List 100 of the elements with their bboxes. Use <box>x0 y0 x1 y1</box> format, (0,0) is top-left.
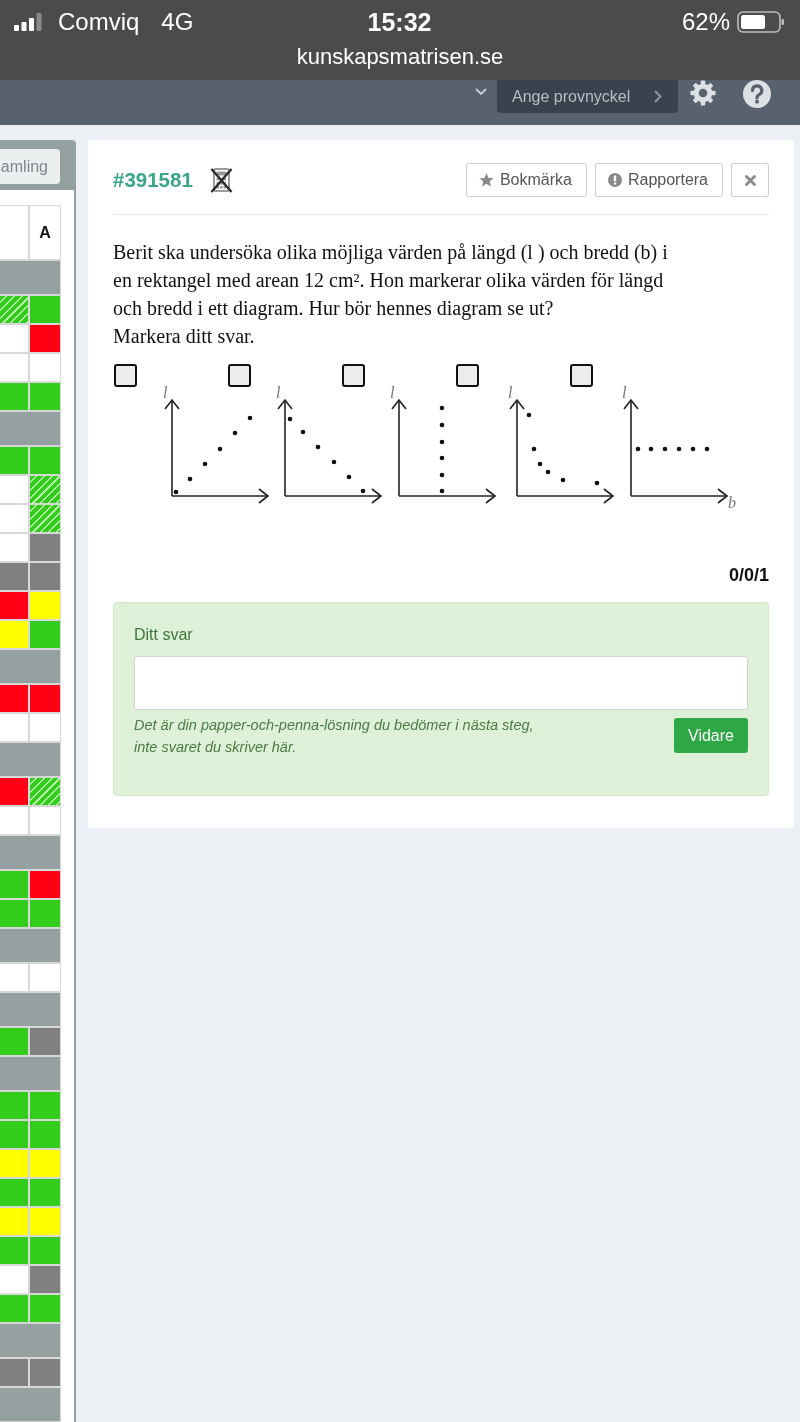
status-cell[interactable] <box>30 964 60 991</box>
page-url[interactable]: kunskapsmatrisen.se <box>296 44 504 70</box>
status-cell[interactable] <box>30 1266 60 1293</box>
status-cell[interactable] <box>0 447 28 474</box>
status-cell[interactable] <box>0 964 28 991</box>
status-cell[interactable] <box>0 505 28 532</box>
status-cell[interactable] <box>30 621 60 648</box>
status-cell[interactable] <box>30 1295 60 1322</box>
answer-field[interactable] <box>134 656 748 710</box>
status-cell[interactable] <box>30 383 60 410</box>
data-point <box>232 430 238 436</box>
battery-percentage: 62% <box>681 8 730 36</box>
status-cell[interactable] <box>0 1266 28 1293</box>
status-cell[interactable] <box>30 685 60 712</box>
exclamation-circle-icon <box>607 173 622 187</box>
signal-icon <box>14 13 42 31</box>
help-icon[interactable] <box>743 80 771 108</box>
checkbox[interactable] <box>570 364 593 387</box>
close-button[interactable] <box>731 163 769 197</box>
axis-label: l <box>276 384 281 401</box>
status-cell[interactable] <box>30 778 60 805</box>
status-cell[interactable] <box>30 1092 60 1119</box>
status-cell[interactable] <box>30 1121 60 1148</box>
checkbox[interactable] <box>342 364 365 387</box>
status-cell[interactable] <box>30 1028 60 1055</box>
caret-down-icon[interactable] <box>475 88 487 96</box>
status-cell[interactable] <box>0 1092 28 1119</box>
status-cell[interactable] <box>30 563 60 590</box>
status-cell[interactable] <box>0 534 28 561</box>
status-cell[interactable] <box>30 354 60 381</box>
status-cell[interactable] <box>0 1295 28 1322</box>
status-cell[interactable] <box>0 1121 28 1148</box>
status-cell[interactable] <box>0 383 28 410</box>
data-point <box>676 446 682 452</box>
status-cell[interactable] <box>30 1208 60 1235</box>
status-cell[interactable] <box>0 325 28 352</box>
network-type: 4G <box>161 8 194 36</box>
status-cell[interactable] <box>0 807 28 834</box>
axis-label: l <box>508 384 513 401</box>
report-button[interactable]: Rapportera <box>594 163 723 197</box>
data-point <box>331 459 337 465</box>
data-point <box>439 422 445 428</box>
status-cell[interactable] <box>0 1237 28 1264</box>
status-cell[interactable] <box>30 296 60 323</box>
data-point <box>545 469 551 475</box>
data-point <box>346 474 352 480</box>
data-point <box>247 415 253 421</box>
status-cell[interactable] <box>0 714 28 741</box>
question-text: Berit ska undersöka olika möjliga värden på längd (l ) och bredd (b) i en rektangel med arean 12 cm². Hon markerar olika värden för längd och bredd i ett diagram. Hur bör hennes diagram se ut? <box>113 240 669 322</box>
status-cell[interactable] <box>0 900 28 927</box>
status-cell[interactable] <box>30 325 60 352</box>
data-point <box>315 444 321 450</box>
data-point <box>439 455 445 461</box>
status-cell[interactable] <box>30 1359 60 1386</box>
status-cell[interactable] <box>30 1150 60 1177</box>
status-cell[interactable] <box>30 1237 60 1264</box>
status-cell[interactable] <box>0 354 28 381</box>
status-cell[interactable] <box>0 685 28 712</box>
data-point <box>635 446 641 452</box>
battery-icon <box>737 11 785 33</box>
status-cell[interactable] <box>0 296 28 323</box>
chevron-right-icon <box>654 90 662 103</box>
status-cell[interactable] <box>0 871 28 898</box>
status-cell[interactable] <box>30 592 60 619</box>
clock-time: 15:32 <box>367 7 432 37</box>
star-icon <box>478 173 494 187</box>
status-cell[interactable] <box>0 592 28 619</box>
status-cell[interactable] <box>0 1028 28 1055</box>
status-cell[interactable] <box>30 505 60 532</box>
status-cell[interactable] <box>0 476 28 503</box>
data-point <box>690 446 696 452</box>
status-cell[interactable] <box>0 778 28 805</box>
bookmark-button[interactable]: Bokmärka <box>465 163 587 197</box>
status-cell[interactable] <box>0 1179 28 1206</box>
status-cell[interactable] <box>30 900 60 927</box>
status-cell[interactable] <box>0 563 28 590</box>
data-point <box>187 476 193 482</box>
status-cell[interactable] <box>0 1150 28 1177</box>
status-cell[interactable] <box>30 447 60 474</box>
status-cell[interactable] <box>30 807 60 834</box>
checkbox[interactable] <box>456 364 479 387</box>
question-id: #391581 <box>113 168 193 192</box>
status-cell[interactable] <box>30 534 60 561</box>
status-cell[interactable] <box>0 1208 28 1235</box>
data-point <box>560 477 566 483</box>
data-point <box>439 488 445 494</box>
data-point <box>439 405 445 411</box>
status-cell[interactable] <box>30 871 60 898</box>
status-cell[interactable] <box>30 476 60 503</box>
status-cell[interactable] <box>30 1179 60 1206</box>
data-point <box>648 446 654 452</box>
checkbox[interactable] <box>114 364 137 387</box>
status-cell[interactable] <box>0 621 28 648</box>
status-cell[interactable] <box>0 1359 28 1386</box>
instruction-text: Markera ditt svar. <box>113 324 256 349</box>
checkbox[interactable] <box>228 364 251 387</box>
data-point <box>662 446 668 452</box>
status-cell[interactable] <box>30 714 60 741</box>
key-entry-button[interactable]: Ange provnyckel <box>497 80 678 113</box>
settings-icon[interactable] <box>690 80 716 106</box>
